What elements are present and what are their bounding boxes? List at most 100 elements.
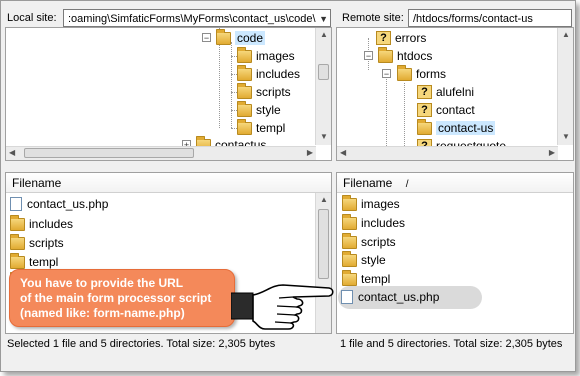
list-item-label: templ (29, 255, 59, 269)
list-item-label: style (361, 253, 386, 267)
tree-item-label: htdocs (397, 49, 433, 63)
remote-site-label: Remote site: (342, 12, 404, 24)
folder-icon (237, 64, 252, 81)
callout-line: You have to provide the URL (20, 276, 184, 290)
list-item-label: images (361, 197, 400, 211)
scroll-left-icon[interactable]: ◀ (9, 148, 15, 157)
list-item-label: contact_us.php (358, 290, 440, 304)
local-site-path-value: :oaming\SimfaticForms\MyForms\contact_us… (68, 13, 316, 25)
unknown-folder-icon: ? (376, 31, 391, 45)
tree-item-htdocs[interactable]: htdocs (378, 46, 433, 65)
tree-item-label: forms (416, 67, 446, 81)
remote-tree-vertical-scrollbar[interactable]: ▲ ▼ (557, 28, 573, 145)
collapse-toggle-icon[interactable]: − (382, 69, 391, 79)
tree-item-forms[interactable]: forms (397, 64, 446, 83)
scroll-down-icon[interactable]: ▼ (562, 132, 570, 141)
local-tree-horizontal-scrollbar[interactable]: ◀ ▶ (6, 146, 316, 160)
local-tree-vertical-scrollbar[interactable]: ▲ ▼ (315, 28, 331, 145)
folder-icon (342, 250, 357, 267)
scrollbar-thumb[interactable] (318, 64, 329, 80)
list-item-label: contact_us.php (27, 197, 109, 211)
list-item-highlighted-file[interactable]: contact_us.php (341, 288, 439, 306)
tree-item-style[interactable]: style (237, 100, 281, 119)
callout-line: (named like: form-name.php) (20, 306, 185, 320)
remote-status-text: 1 file and 5 directories. Total size: 2,… (340, 338, 563, 350)
tree-item-contact[interactable]: ? contact (417, 101, 475, 119)
filename-column-header[interactable]: Filename / (337, 173, 573, 193)
column-header-label: Filename (12, 176, 62, 190)
ftp-client-window: Local site: :oaming\SimfaticForms\MyForm… (0, 0, 576, 372)
scroll-up-icon[interactable]: ▲ (320, 195, 328, 204)
folder-icon (10, 233, 25, 250)
tree-item-label: contact (436, 103, 475, 117)
folder-icon (10, 214, 25, 231)
scroll-right-icon[interactable]: ▶ (307, 148, 313, 157)
callout-text: You have to provide the URL of the main … (20, 276, 234, 321)
filename-column-header[interactable]: Filename (6, 173, 331, 193)
folder-open-icon (216, 28, 231, 45)
instruction-callout: You have to provide the URL of the main … (9, 269, 235, 327)
tree-item-label: code (235, 31, 266, 45)
scroll-up-icon[interactable]: ▲ (562, 30, 570, 39)
tree-item-includes[interactable]: includes (237, 64, 301, 83)
remote-tree-pane[interactable]: ? errors − htdocs − forms ? alufelni ? c… (336, 27, 574, 161)
list-item[interactable]: style (342, 250, 386, 269)
folder-icon (342, 213, 357, 230)
file-icon (10, 197, 22, 211)
remote-site-path-input[interactable]: /htdocs/forms/contact-us (408, 9, 572, 27)
tree-item-images[interactable]: images (237, 46, 295, 65)
tree-item-label: includes (256, 67, 301, 81)
list-item[interactable]: scripts (10, 233, 64, 252)
folder-icon (237, 46, 252, 63)
scrollbar-thumb[interactable] (24, 148, 194, 158)
column-header-label: Filename (343, 176, 393, 190)
list-item-label: templ (361, 272, 391, 286)
tree-item-label: style (256, 103, 281, 117)
unknown-folder-icon: ? (417, 103, 432, 117)
list-item-label: scripts (29, 236, 64, 250)
folder-icon (237, 100, 252, 117)
tree-item-alufelni[interactable]: ? alufelni (417, 83, 474, 101)
tree-item-contact-us[interactable]: contact-us (417, 118, 496, 137)
unknown-folder-icon: ? (417, 85, 432, 99)
folder-icon (342, 232, 357, 249)
remote-tree-horizontal-scrollbar[interactable]: ◀ ▶ (337, 146, 558, 160)
tree-item-scripts[interactable]: scripts (237, 82, 291, 101)
tree-item-templ[interactable]: templ (237, 118, 286, 137)
list-item-label: includes (361, 216, 406, 230)
folder-icon (342, 269, 357, 286)
remote-file-list-pane[interactable]: Filename / images includes scripts style… (336, 172, 574, 334)
folder-icon (342, 194, 357, 211)
scroll-right-icon[interactable]: ▶ (549, 148, 555, 157)
tree-item-code[interactable]: code (216, 28, 266, 47)
local-status-text: Selected 1 file and 5 directories. Total… (7, 338, 276, 350)
tree-item-errors[interactable]: ? errors (376, 29, 426, 47)
list-item[interactable]: includes (10, 214, 73, 233)
collapse-toggle-icon[interactable]: − (202, 33, 211, 43)
scroll-left-icon[interactable]: ◀ (340, 148, 346, 157)
collapse-toggle-icon[interactable]: − (364, 51, 373, 61)
tree-item-label: contact-us (436, 121, 496, 135)
folder-icon (10, 252, 25, 269)
list-item[interactable]: scripts (342, 232, 396, 251)
folder-open-icon (378, 46, 393, 63)
chevron-down-icon[interactable]: ▼ (319, 10, 328, 26)
folder-icon (417, 118, 432, 135)
scroll-down-icon[interactable]: ▼ (320, 132, 328, 141)
local-site-label: Local site: (7, 12, 57, 24)
folder-icon (237, 118, 252, 135)
file-icon (341, 290, 353, 304)
remote-site-path-value: /htdocs/forms/contact-us (413, 13, 533, 25)
list-item[interactable]: images (342, 194, 400, 213)
tree-item-label: scripts (256, 85, 291, 99)
scroll-up-icon[interactable]: ▲ (320, 30, 328, 39)
list-item[interactable]: includes (342, 213, 406, 232)
local-tree-pane[interactable]: − code images includes scripts style tem… (5, 27, 332, 161)
callout-line: of the main form processor script (20, 291, 212, 305)
scrollbar-thumb[interactable] (318, 209, 329, 279)
tree-item-label: templ (256, 121, 286, 135)
folder-open-icon (397, 64, 412, 81)
sort-indicator-icon: / (405, 179, 409, 190)
list-item[interactable]: contact_us.php (10, 195, 108, 213)
local-site-path-input[interactable]: :oaming\SimfaticForms\MyForms\contact_us… (63, 9, 331, 27)
